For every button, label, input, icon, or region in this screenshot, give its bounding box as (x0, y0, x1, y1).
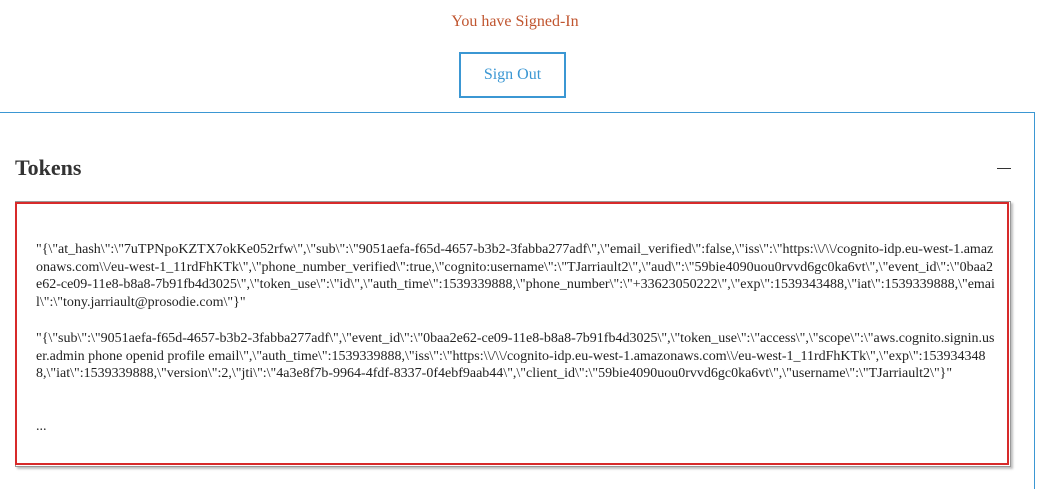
tokens-ellipsis: ... (36, 419, 47, 434)
access-token-text: "{\"sub\":\"9051aefa-f65d-4657-b3b2-3fab… (36, 331, 995, 381)
signed-in-status: You have Signed-In (451, 13, 579, 30)
signed-in-page: You have Signed-In Sign Out Tokens "{\"a… (0, 0, 1038, 489)
collapse-minus-icon[interactable] (995, 158, 1013, 176)
sign-out-button[interactable]: Sign Out (459, 52, 566, 98)
tokens-panel-title: Tokens (15, 155, 82, 180)
id-token-text: "{\"at_hash\":\"7uTPNpoKZTX7okKe052rfw\"… (36, 242, 995, 310)
